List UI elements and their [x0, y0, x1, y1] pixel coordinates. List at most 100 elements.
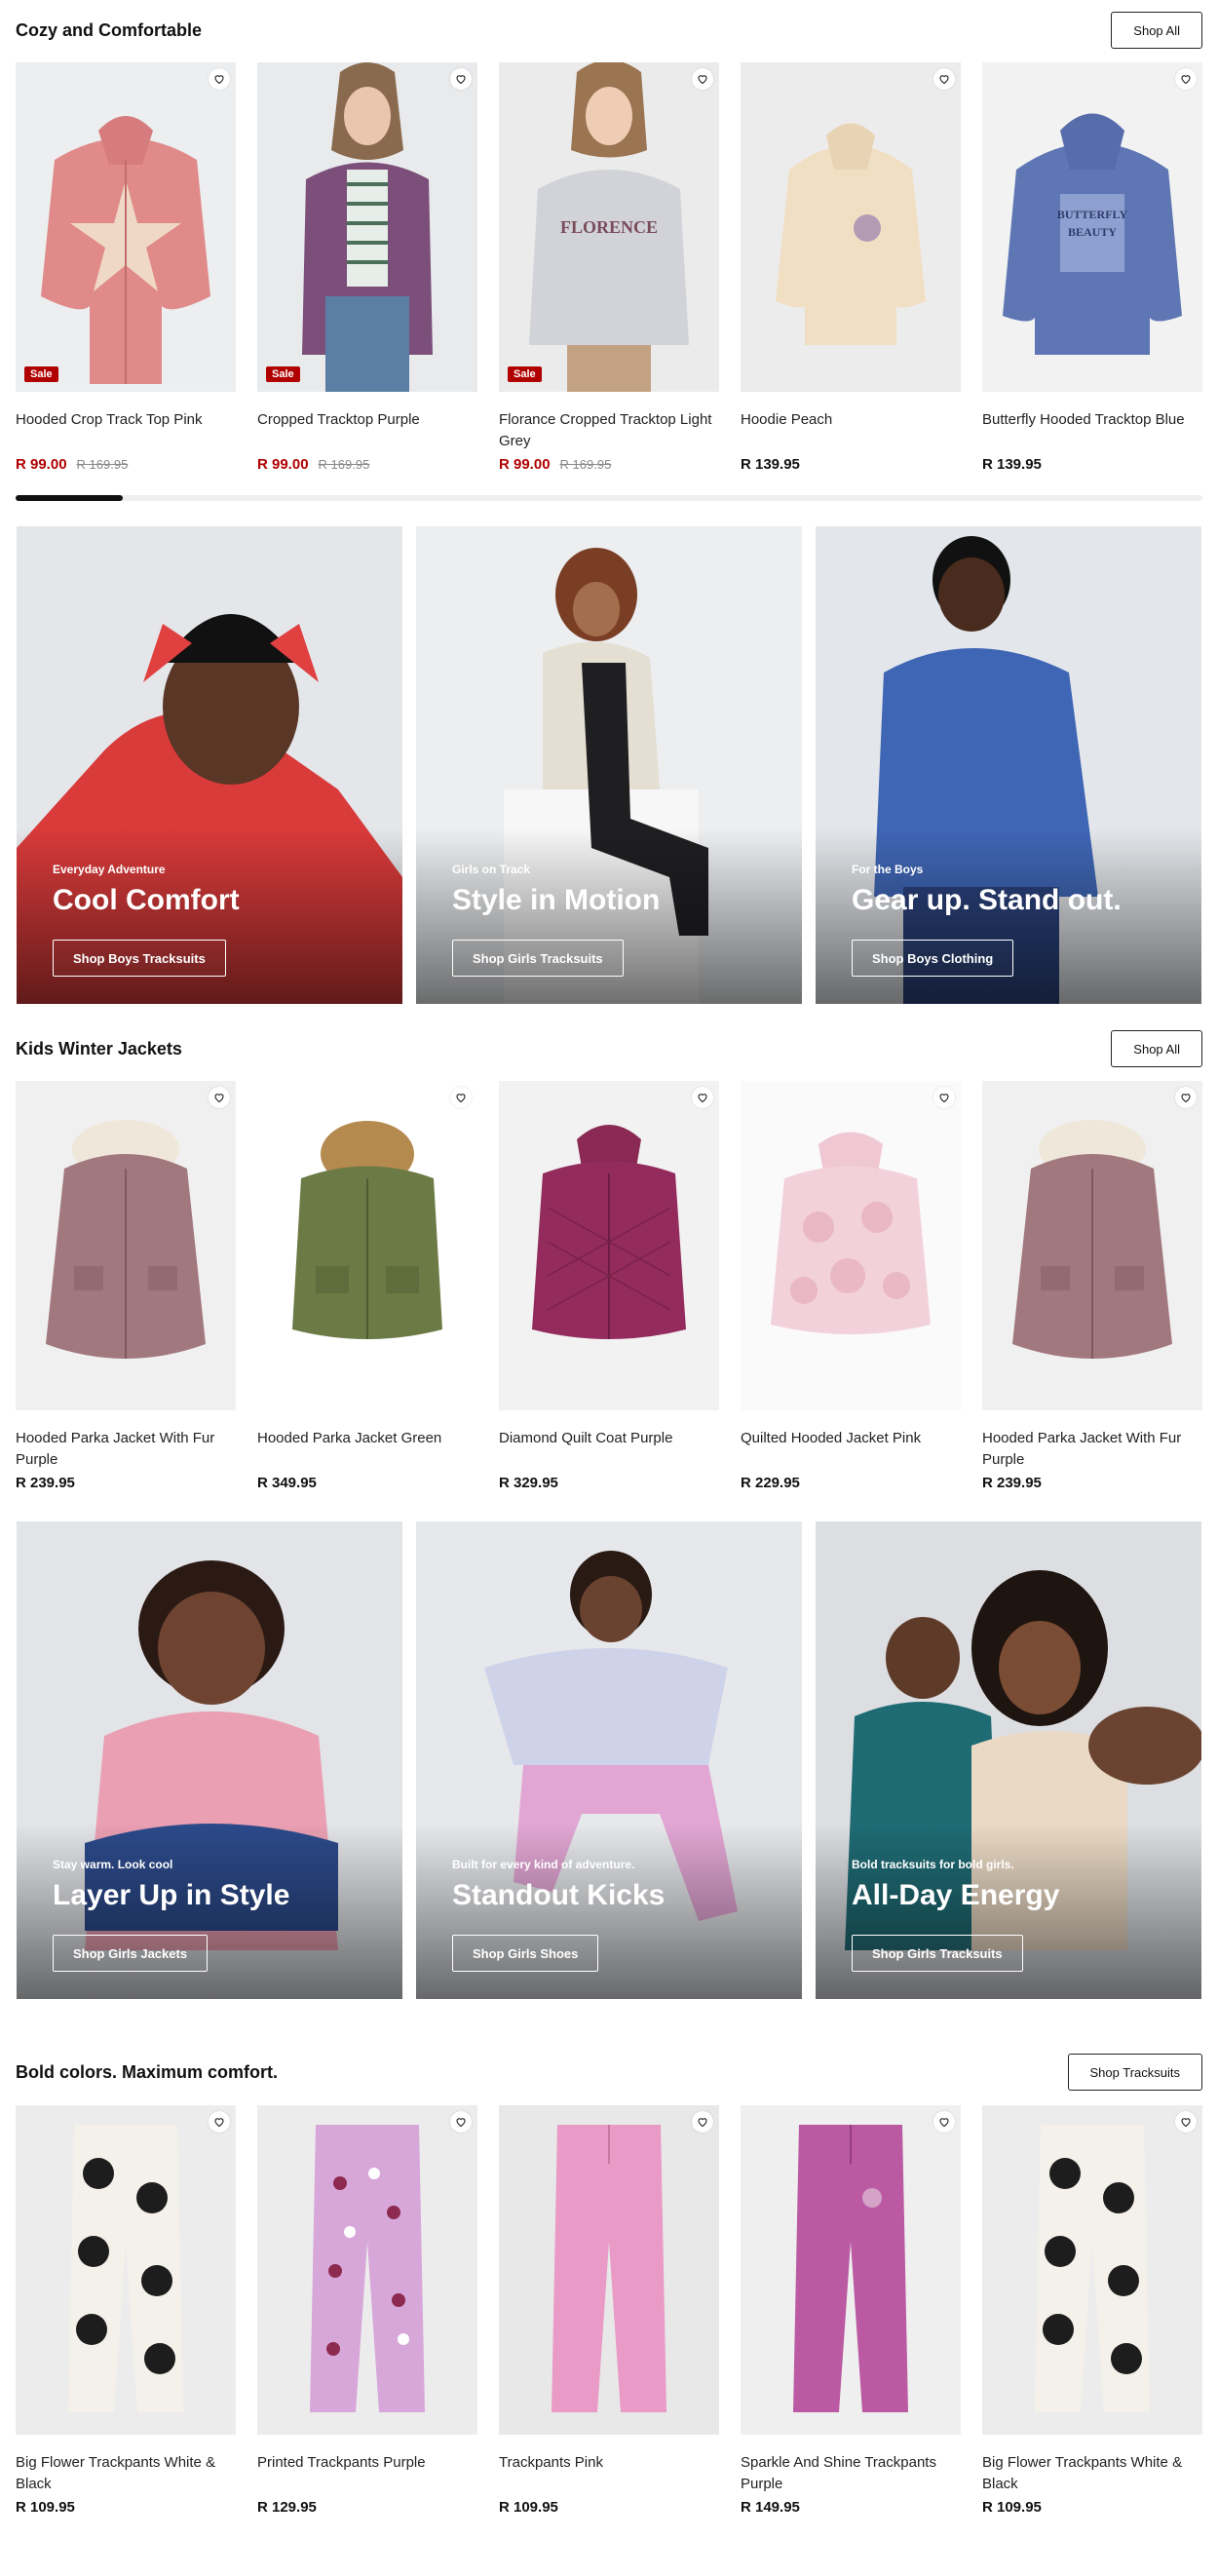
product-name[interactable]: Butterfly Hooded Tracktop Blue: [982, 409, 1202, 452]
wishlist-heart-icon[interactable]: [450, 2111, 472, 2133]
sale-badge: Sale: [24, 366, 58, 382]
product-price: R 329.95: [499, 1475, 558, 1491]
product-name[interactable]: Trackpants Pink: [499, 2452, 719, 2495]
product-card[interactable]: Hoodie Peach R 139.95: [741, 62, 961, 473]
section-title: Cozy and Comfortable: [16, 19, 203, 40]
product-name[interactable]: Sparkle And Shine Trackpants Purple: [741, 2452, 961, 2495]
svg-text:FLORENCE: FLORENCE: [560, 217, 658, 237]
wishlist-heart-icon[interactable]: [933, 2111, 955, 2133]
product-name[interactable]: Hooded Parka Jacket With Fur Purple: [16, 1428, 236, 1471]
wishlist-heart-icon[interactable]: [450, 1087, 472, 1108]
wishlist-heart-icon[interactable]: [933, 1087, 955, 1108]
shop-all-button[interactable]: Shop All: [1111, 12, 1202, 49]
product-card[interactable]: Big Flower Trackpants White & Black R 10…: [982, 2105, 1202, 2516]
product-card[interactable]: Hooded Parka Jacket With Fur Purple R 23…: [982, 1081, 1202, 1491]
product-price: R 239.95: [16, 1475, 75, 1491]
banner-headline: All-Day Energy: [852, 1879, 1060, 1911]
sale-price: R 99.00: [499, 456, 551, 473]
wishlist-heart-icon[interactable]: [1175, 1087, 1197, 1108]
promo-banners-top: Everyday Adventure Cool Comfort Shop Boy…: [17, 526, 1201, 1004]
wishlist-heart-icon[interactable]: [450, 68, 472, 90]
product-name[interactable]: Hoodie Peach: [741, 409, 961, 452]
product-image[interactable]: [499, 1081, 719, 1410]
product-card[interactable]: Quilted Hooded Jacket Pink R 229.95: [741, 1081, 961, 1491]
product-card[interactable]: Sparkle And Shine Trackpants Purple R 14…: [741, 2105, 961, 2516]
product-price: R 129.95: [257, 2499, 317, 2516]
product-carousel-trackpants: Big Flower Trackpants White & Black R 10…: [16, 2105, 1202, 2516]
banner-cta-button[interactable]: Shop Girls Shoes: [452, 1935, 599, 1972]
promo-banner[interactable]: For the Boys Gear up. Stand out. Shop Bo…: [816, 526, 1201, 1004]
product-name[interactable]: Diamond Quilt Coat Purple: [499, 1428, 719, 1471]
shop-all-button[interactable]: Shop All: [1111, 1030, 1202, 1067]
wishlist-heart-icon[interactable]: [933, 68, 955, 90]
promo-banner[interactable]: Everyday Adventure Cool Comfort Shop Boy…: [17, 526, 402, 1004]
product-name[interactable]: Printed Trackpants Purple: [257, 2452, 477, 2495]
banner-cta-button[interactable]: Shop Girls Tracksuits: [852, 1935, 1023, 1972]
sale-badge: Sale: [508, 366, 542, 382]
original-price: R 169.95: [76, 457, 129, 472]
banner-cta-button[interactable]: Shop Boys Clothing: [852, 940, 1014, 977]
promo-banner[interactable]: Built for every kind of adventure. Stand…: [416, 1521, 802, 1999]
product-name[interactable]: Cropped Tracktop Purple: [257, 409, 477, 452]
promo-banner[interactable]: Girls on Track Style in Motion Shop Girl…: [416, 526, 802, 1004]
product-card[interactable]: FLORENCE Sale Florance Cropped Tracktop …: [499, 62, 719, 473]
product-image[interactable]: [16, 2105, 236, 2435]
product-card[interactable]: Trackpants Pink R 109.95: [499, 2105, 719, 2516]
banner-eyebrow: For the Boys: [852, 863, 924, 876]
product-image[interactable]: [982, 1081, 1202, 1410]
wishlist-heart-icon[interactable]: [209, 68, 230, 90]
product-image[interactable]: [741, 1081, 961, 1410]
product-name[interactable]: Big Flower Trackpants White & Black: [16, 2452, 236, 2495]
banner-eyebrow: Stay warm. Look cool: [53, 1858, 173, 1871]
product-price: R 109.95: [499, 2499, 558, 2516]
product-price: R 139.95: [741, 456, 800, 473]
banner-cta-button[interactable]: Shop Girls Jackets: [53, 1935, 209, 1972]
product-card[interactable]: Diamond Quilt Coat Purple R 329.95: [499, 1081, 719, 1491]
product-image[interactable]: [982, 2105, 1202, 2435]
product-image[interactable]: [741, 2105, 961, 2435]
banner-cta-button[interactable]: Shop Boys Tracksuits: [53, 940, 226, 977]
wishlist-heart-icon[interactable]: [209, 1087, 230, 1108]
product-card[interactable]: Printed Trackpants Purple R 129.95: [257, 2105, 477, 2516]
shop-tracksuits-button[interactable]: Shop Tracksuits: [1067, 2054, 1202, 2091]
banner-eyebrow: Built for every kind of adventure.: [452, 1858, 635, 1871]
promo-banner[interactable]: Stay warm. Look cool Layer Up in Style S…: [17, 1521, 402, 1999]
wishlist-heart-icon[interactable]: [209, 2111, 230, 2133]
product-image[interactable]: [741, 62, 961, 392]
product-card[interactable]: Big Flower Trackpants White & Black R 10…: [16, 2105, 236, 2516]
wishlist-heart-icon[interactable]: [692, 1087, 713, 1108]
product-name[interactable]: Florance Cropped Tracktop Light Grey: [499, 409, 719, 452]
product-image[interactable]: Sale: [16, 62, 236, 392]
product-card[interactable]: Sale Cropped Tracktop Purple R 99.00 R 16…: [257, 62, 477, 473]
product-image[interactable]: FLORENCE Sale: [499, 62, 719, 392]
product-card[interactable]: Sale Hooded Crop Track Top Pink R 99.00 R…: [16, 62, 236, 473]
product-image[interactable]: Sale: [257, 62, 477, 392]
section-header-trackpants: Bold colors. Maximum comfort. Shop Track…: [16, 2053, 1202, 2092]
product-image[interactable]: BUTTERFLY BEAUTY: [982, 62, 1202, 392]
product-image[interactable]: [499, 2105, 719, 2435]
banner-cta-button[interactable]: Shop Girls Tracksuits: [452, 940, 624, 977]
product-image[interactable]: [257, 1081, 477, 1410]
product-name[interactable]: Big Flower Trackpants White & Black: [982, 2452, 1202, 2495]
product-card[interactable]: Hooded Parka Jacket With Fur Purple R 23…: [16, 1081, 236, 1491]
banner-eyebrow: Everyday Adventure: [53, 863, 166, 876]
wishlist-heart-icon[interactable]: [1175, 68, 1197, 90]
carousel-scroll-thumb[interactable]: [16, 495, 123, 501]
product-name[interactable]: Hooded Parka Jacket With Fur Purple: [982, 1428, 1202, 1471]
product-card[interactable]: BUTTERFLY BEAUTY Butterfly Hooded Trackt…: [982, 62, 1202, 473]
product-name[interactable]: Hooded Parka Jacket Green: [257, 1428, 477, 1471]
wishlist-heart-icon[interactable]: [692, 2111, 713, 2133]
promo-banner[interactable]: Bold tracksuits for bold girls. All-Day …: [816, 1521, 1201, 1999]
wishlist-heart-icon[interactable]: [692, 68, 713, 90]
product-name[interactable]: Hooded Crop Track Top Pink: [16, 409, 236, 452]
banner-headline: Cool Comfort: [53, 884, 240, 916]
product-image[interactable]: [257, 2105, 477, 2435]
product-price: R 99.00 R 169.95: [499, 456, 719, 473]
banner-headline: Gear up. Stand out.: [852, 884, 1122, 916]
product-price: R 239.95: [982, 1475, 1042, 1491]
product-name[interactable]: Quilted Hooded Jacket Pink: [741, 1428, 961, 1471]
product-card[interactable]: Hooded Parka Jacket Green R 349.95: [257, 1081, 477, 1491]
carousel-scrollbar[interactable]: [16, 495, 1202, 501]
wishlist-heart-icon[interactable]: [1175, 2111, 1197, 2133]
product-image[interactable]: [16, 1081, 236, 1410]
